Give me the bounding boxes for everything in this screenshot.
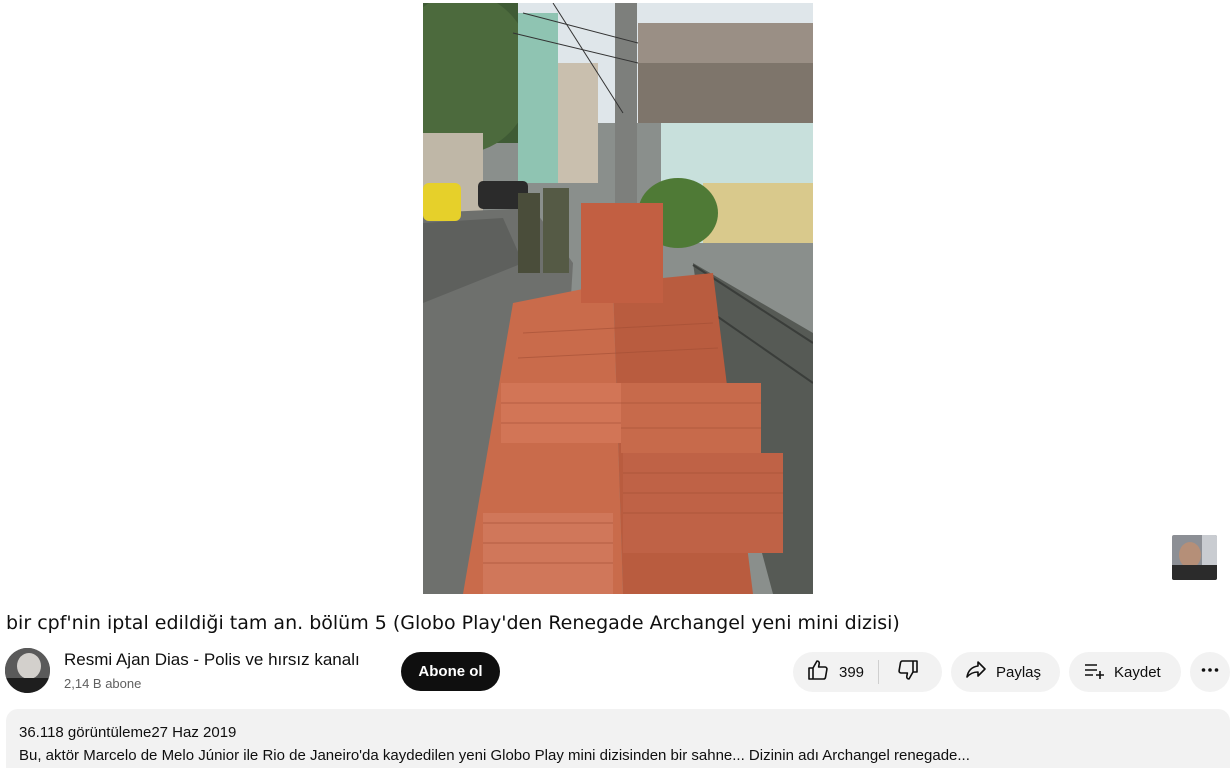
like-button[interactable]: 399 [793,652,878,692]
view-count: 36.118 görüntüleme [19,724,152,741]
description-text: Bu, aktör Marcelo de Melo Júnior ile Rio… [19,747,970,764]
video-title: bir cpf'nin iptal edildiği tam an. bölüm… [6,612,900,634]
description-box[interactable]: 36.118 görüntüleme27 Haz 2019 Bu, aktör … [6,709,1230,768]
save-label: Kaydet [1114,663,1161,681]
dislike-button[interactable] [879,652,937,692]
share-icon [964,658,988,686]
like-dislike-group: 399 [793,652,942,692]
webcam-thumbnail [1172,535,1217,580]
like-count: 399 [839,663,865,681]
subscriber-count: 2,14 B abone [64,676,142,691]
video-scene [423,3,813,594]
save-playlist-icon [1082,658,1106,686]
channel-name[interactable]: Resmi Ajan Dias - Polis ve hırsız kanalı [64,650,360,670]
dislike-icon [896,658,920,686]
more-icon [1200,660,1220,684]
channel-avatar[interactable] [5,648,50,693]
like-icon [806,658,830,686]
upload-date: 27 Haz 2019 [151,724,237,741]
video-player[interactable] [0,0,1230,600]
share-button[interactable]: Paylaş [951,652,1060,692]
video-frame[interactable] [423,3,813,594]
more-actions-button[interactable] [1190,652,1230,692]
subscribe-button[interactable]: Abone ol [401,652,500,691]
share-label: Paylaş [996,663,1042,681]
save-button[interactable]: Kaydet [1069,652,1181,692]
description-meta: 36.118 görüntüleme27 Haz 2019 [19,724,236,741]
